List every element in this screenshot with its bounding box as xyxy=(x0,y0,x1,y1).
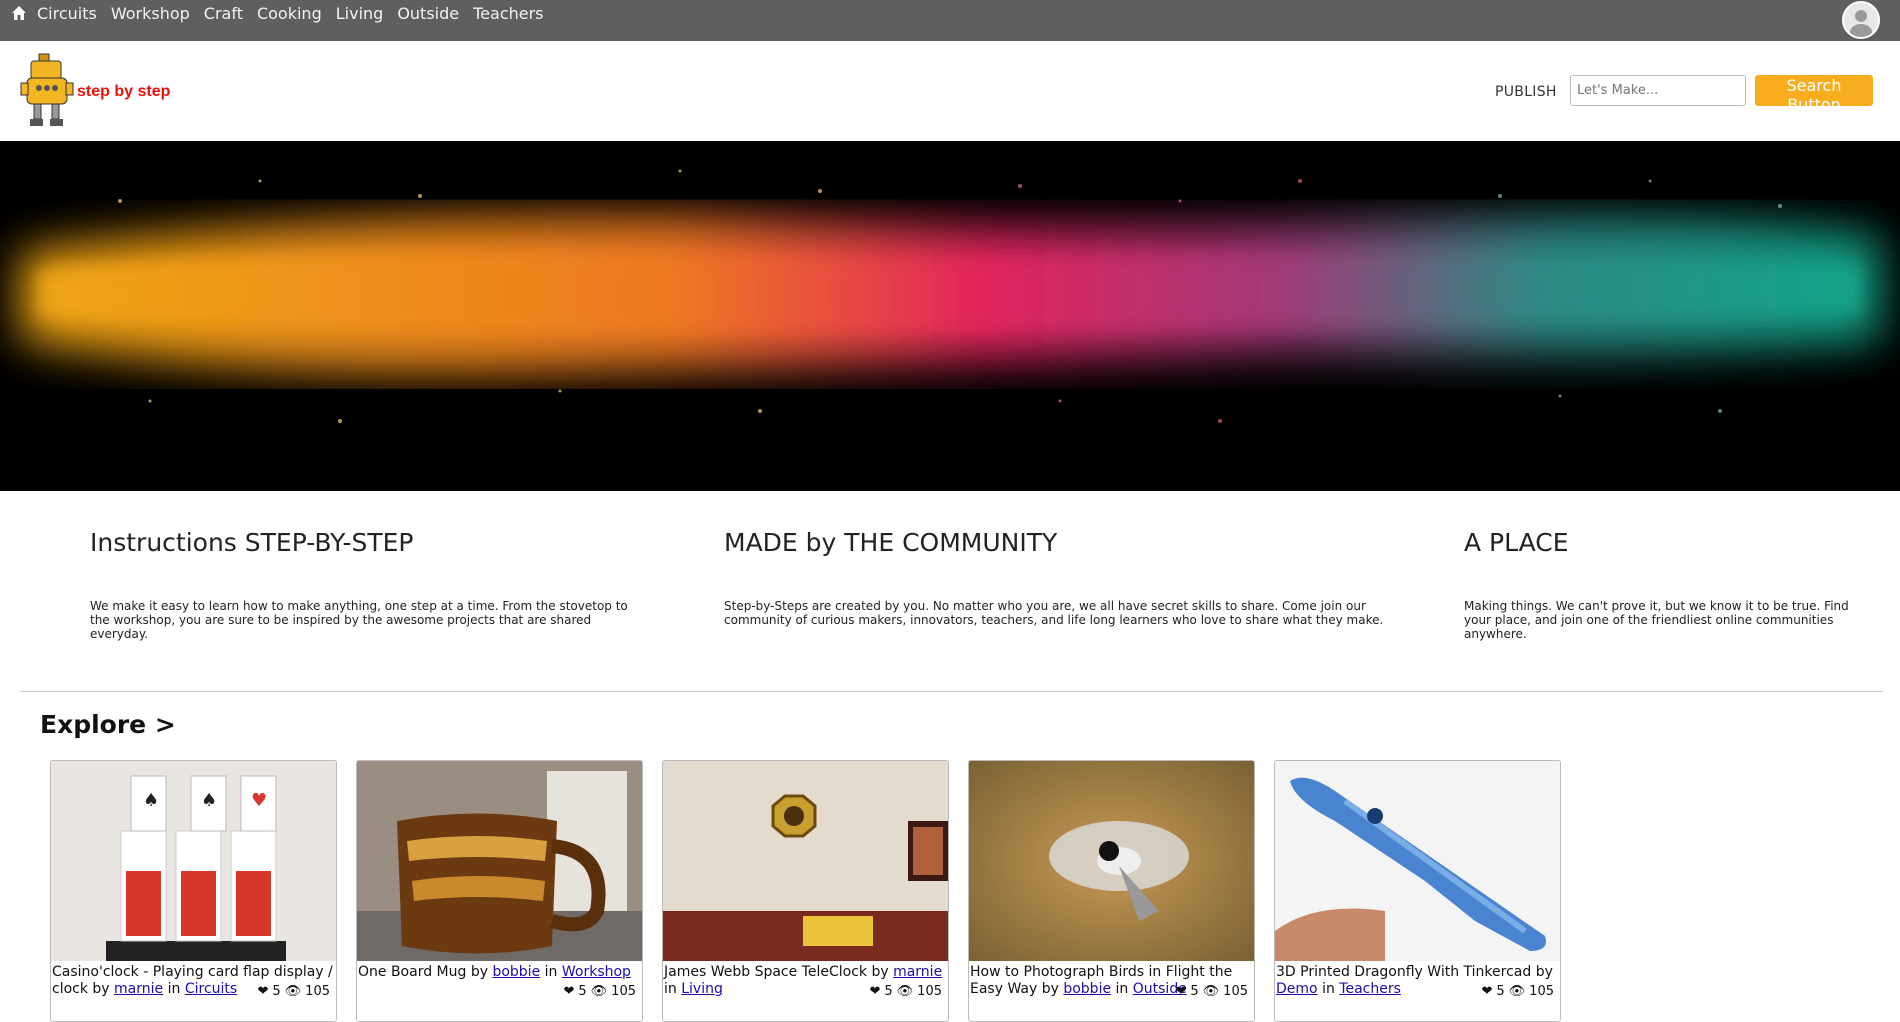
eye-icon: 👁 xyxy=(1202,984,1220,999)
project-thumbnail[interactable] xyxy=(357,761,642,961)
user-avatar-icon[interactable] xyxy=(1842,1,1880,39)
svg-text:♠: ♠ xyxy=(201,790,217,811)
views-count: 105 xyxy=(611,984,636,999)
info-column-community: MADE by THE COMMUNITY Step-by-Steps are … xyxy=(724,528,1384,627)
by-text: by xyxy=(871,964,889,980)
in-text: in xyxy=(664,981,677,997)
eye-icon: 👁 xyxy=(284,984,302,999)
explore-link[interactable]: Explore > xyxy=(40,710,176,739)
project-card[interactable]: One Board Mug by bobbie in Workshop ❤ 5 … xyxy=(356,760,643,1022)
nav-item-craft[interactable]: Craft xyxy=(204,4,243,23)
home-icon[interactable] xyxy=(11,5,27,21)
in-text: in xyxy=(1322,981,1335,997)
category-link[interactable]: Living xyxy=(681,981,723,997)
nav-item-workshop[interactable]: Workshop xyxy=(111,4,190,23)
nav-item-teachers[interactable]: Teachers xyxy=(473,4,543,23)
heart-icon: ❤ xyxy=(869,984,881,999)
project-thumbnail[interactable] xyxy=(663,761,948,961)
likes-count: 5 xyxy=(884,984,893,999)
project-caption: One Board Mug by bobbie in Workshop xyxy=(357,961,642,981)
author-link[interactable]: marnie xyxy=(893,964,942,980)
project-stats: ❤ 5 👁 105 xyxy=(1175,984,1248,999)
info-text: Step-by-Steps are created by you. No mat… xyxy=(724,599,1384,627)
project-thumbnail[interactable]: ♠ ♠ ♥ xyxy=(51,761,336,961)
author-link[interactable]: bobbie xyxy=(492,964,540,980)
nav-item-cooking[interactable]: Cooking xyxy=(257,4,322,23)
info-title: Instructions STEP-BY-STEP xyxy=(90,528,414,557)
likes-count: 5 xyxy=(1190,984,1199,999)
svg-text:♥: ♥ xyxy=(251,790,267,811)
project-card[interactable]: 3D Printed Dragonfly With Tinkercad by D… xyxy=(1274,760,1561,1022)
by-text: by xyxy=(1535,964,1553,980)
heart-icon: ❤ xyxy=(563,984,575,999)
search-button[interactable]: Search Button xyxy=(1755,75,1873,114)
heart-icon: ❤ xyxy=(257,984,269,999)
info-column-instructions: Instructions STEP-BY-STEP We make it eas… xyxy=(90,528,650,641)
section-divider xyxy=(20,691,1883,692)
eye-icon: 👁 xyxy=(896,984,914,999)
site-header: step by step PUBLISH Search Button xyxy=(0,41,1900,141)
project-title[interactable]: 3D Printed Dragonfly With Tinkercad xyxy=(1276,964,1531,980)
project-title[interactable]: One Board Mug xyxy=(358,964,466,980)
likes-count: 5 xyxy=(272,984,281,999)
views-count: 105 xyxy=(1529,984,1554,999)
project-thumbnail[interactable] xyxy=(969,761,1254,961)
views-count: 105 xyxy=(305,984,330,999)
project-stats: ❤ 5 👁 105 xyxy=(563,984,636,999)
author-link[interactable]: Demo xyxy=(1276,981,1318,997)
project-card[interactable]: How to Photograph Birds in Flight the Ea… xyxy=(968,760,1255,1022)
in-text: in xyxy=(167,981,181,997)
nav-links: Circuits Workshop Craft Cooking Living O… xyxy=(37,4,558,23)
project-stats: ❤ 5 👁 105 xyxy=(869,984,942,999)
in-text: in xyxy=(1115,981,1129,997)
nav-item-outside[interactable]: Outside xyxy=(397,4,459,23)
likes-count: 5 xyxy=(578,984,587,999)
heart-icon: ❤ xyxy=(1175,984,1187,999)
views-count: 105 xyxy=(917,984,942,999)
search-input[interactable] xyxy=(1570,75,1746,106)
info-title: MADE by THE COMMUNITY xyxy=(724,528,1058,557)
heart-icon: ❤ xyxy=(1481,984,1493,999)
nav-item-circuits[interactable]: Circuits xyxy=(37,4,97,23)
nav-item-living[interactable]: Living xyxy=(336,4,384,23)
category-link[interactable]: Circuits xyxy=(185,981,237,997)
info-title: A PLACE xyxy=(1464,528,1569,557)
project-thumbnail[interactable] xyxy=(1275,761,1560,961)
project-stats: ❤ 5 👁 105 xyxy=(1481,984,1554,999)
robot-logo-icon[interactable] xyxy=(19,53,77,129)
hero-banner-image xyxy=(0,141,1900,491)
project-title[interactable]: James Webb Space TeleClock xyxy=(664,964,867,980)
by-text: by xyxy=(1041,981,1059,997)
info-text: Making things. We can't prove it, but we… xyxy=(1464,599,1849,641)
eye-icon: 👁 xyxy=(1508,984,1526,999)
category-link[interactable]: Workshop xyxy=(562,964,631,980)
project-card[interactable]: James Webb Space TeleClock by marnie in … xyxy=(662,760,949,1022)
project-card[interactable]: ♠ ♠ ♥ Casino'clock - Playing card flap d… xyxy=(50,760,337,1022)
publish-link[interactable]: PUBLISH xyxy=(1495,84,1557,100)
author-link[interactable]: marnie xyxy=(114,981,163,997)
svg-text:♠: ♠ xyxy=(143,790,159,811)
project-stats: ❤ 5 👁 105 xyxy=(257,984,330,999)
by-text: by xyxy=(92,981,110,997)
likes-count: 5 xyxy=(1496,984,1505,999)
in-text: in xyxy=(544,964,558,980)
info-column-place: A PLACE Making things. We can't prove it… xyxy=(1464,528,1864,641)
category-link[interactable]: Teachers xyxy=(1339,981,1401,997)
author-link[interactable]: bobbie xyxy=(1063,981,1111,997)
top-nav-bar: Circuits Workshop Craft Cooking Living O… xyxy=(0,0,1900,42)
by-text: by xyxy=(470,964,489,980)
brand-name[interactable]: step by step xyxy=(77,83,170,101)
info-text: We make it easy to learn how to make any… xyxy=(90,599,628,641)
eye-icon: 👁 xyxy=(590,984,608,999)
views-count: 105 xyxy=(1223,984,1248,999)
